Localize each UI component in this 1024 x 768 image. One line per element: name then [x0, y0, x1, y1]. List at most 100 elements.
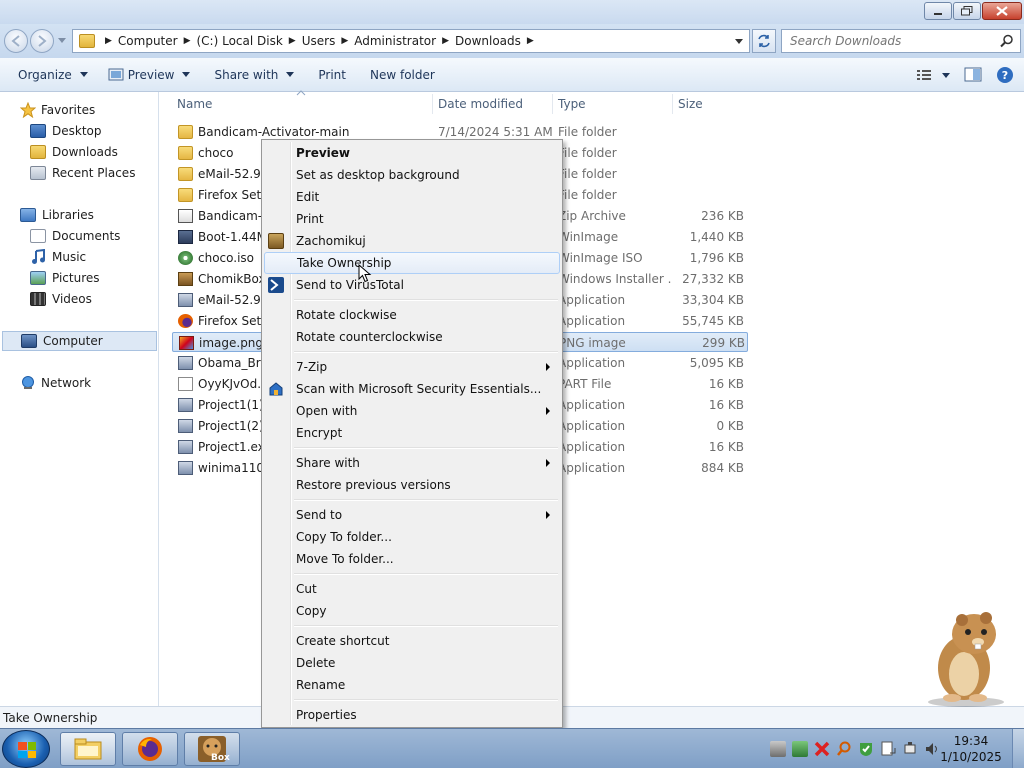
start-button[interactable]: [2, 730, 50, 768]
share-with-button[interactable]: Share with: [202, 58, 306, 91]
menu-item-cut[interactable]: Cut: [264, 578, 560, 600]
menu-item-set-desktop-background[interactable]: Set as desktop background: [264, 164, 560, 186]
menu-item-copy[interactable]: Copy: [264, 600, 560, 622]
print-button[interactable]: Print: [306, 58, 358, 91]
nav-documents[interactable]: Documents: [30, 226, 120, 246]
nav-recent-places[interactable]: Recent Places: [30, 163, 135, 183]
share-with-label: Share with: [214, 67, 279, 82]
tray-error-icon[interactable]: [814, 741, 830, 757]
menu-item-scan-mse[interactable]: Scan with Microsoft Security Essentials.…: [264, 378, 560, 400]
forward-button[interactable]: [30, 29, 54, 53]
tray-search-icon[interactable]: [836, 741, 852, 757]
menu-item-7zip[interactable]: 7-Zip: [264, 356, 560, 378]
breadcrumb-computer[interactable]: Computer: [118, 34, 178, 48]
nav-music[interactable]: Music: [30, 247, 86, 267]
menu-item-print[interactable]: Print: [264, 208, 560, 230]
help-icon[interactable]: ?: [996, 66, 1014, 84]
menu-item-move-to-folder[interactable]: Move To folder...: [264, 548, 560, 570]
nav-videos[interactable]: Videos: [30, 289, 92, 309]
column-divider[interactable]: [432, 94, 433, 114]
show-desktop-button[interactable]: [1012, 729, 1024, 768]
preview-button[interactable]: Preview: [100, 58, 203, 91]
menu-item-preview[interactable]: Preview: [264, 142, 560, 164]
file-type: File folder: [558, 167, 617, 181]
breadcrumb-local-disk[interactable]: (C:) Local Disk: [197, 34, 283, 48]
breadcrumb-administrator[interactable]: Administrator: [354, 34, 436, 48]
file-type: WinImage: [558, 230, 619, 244]
recent-pages-dropdown[interactable]: [58, 38, 66, 43]
nav-desktop[interactable]: Desktop: [30, 121, 102, 141]
file-size: 299 KB: [702, 336, 745, 350]
installer-icon: [178, 272, 193, 286]
menu-item-properties[interactable]: Properties: [264, 704, 560, 726]
menu-item-restore-previous-versions[interactable]: Restore previous versions: [264, 474, 560, 496]
nav-computer[interactable]: Computer: [2, 331, 157, 351]
nav-libraries[interactable]: Libraries: [20, 205, 94, 225]
hamster-mascot-image[interactable]: [922, 606, 1008, 708]
taskbar-explorer[interactable]: [60, 732, 116, 766]
menu-item-create-shortcut[interactable]: Create shortcut: [264, 630, 560, 652]
column-header-type[interactable]: Type: [558, 92, 586, 116]
menu-item-send-to[interactable]: Send to: [264, 504, 560, 526]
close-button[interactable]: [982, 2, 1022, 20]
breadcrumb-arrow-icon[interactable]: ▶: [184, 36, 191, 46]
view-options-button[interactable]: [916, 68, 950, 82]
window-controls: [924, 2, 1022, 20]
taskbar-firefox[interactable]: [122, 732, 178, 766]
breadcrumb-arrow-icon[interactable]: ▶: [341, 36, 348, 46]
tray-action-center-icon[interactable]: [880, 741, 896, 757]
nav-network[interactable]: Network: [20, 373, 91, 393]
breadcrumb-arrow-icon[interactable]: ▶: [527, 36, 534, 46]
column-type-label: Type: [558, 97, 586, 111]
address-bar[interactable]: ▶ Computer ▶ (C:) Local Disk ▶ Users ▶ A…: [72, 29, 750, 53]
menu-item-rotate-clockwise[interactable]: Rotate clockwise: [264, 304, 560, 326]
tray-power-icon[interactable]: [902, 741, 918, 757]
nav-pictures[interactable]: Pictures: [30, 268, 100, 288]
menu-item-encrypt[interactable]: Encrypt: [264, 422, 560, 444]
organize-button[interactable]: Organize: [0, 58, 100, 91]
menu-item-rename[interactable]: Rename: [264, 674, 560, 696]
menu-separator: [294, 573, 558, 575]
menu-item-delete[interactable]: Delete: [264, 652, 560, 674]
column-header-date[interactable]: Date modified: [438, 92, 523, 116]
search-icon[interactable]: [1000, 34, 1014, 48]
search-input[interactable]: [790, 34, 990, 48]
menu-item-share-with[interactable]: Share with: [264, 452, 560, 474]
menu-item-send-to-virustotal[interactable]: Send to VirusTotal: [264, 274, 560, 296]
column-header-size[interactable]: Size: [678, 92, 703, 116]
menu-item-copy-to-folder[interactable]: Copy To folder...: [264, 526, 560, 548]
address-dropdown-icon[interactable]: [735, 39, 743, 44]
column-divider[interactable]: [672, 94, 673, 114]
menu-label: Take Ownership: [297, 256, 392, 270]
menu-item-rotate-counterclockwise[interactable]: Rotate counterclockwise: [264, 326, 560, 348]
tray-network-share-icon[interactable]: [792, 741, 808, 757]
taskbar-chomikbox[interactable]: Box: [184, 732, 240, 766]
search-box[interactable]: [781, 29, 1021, 53]
nav-favorites[interactable]: Favorites: [20, 100, 95, 120]
tray-security-icon[interactable]: [858, 741, 874, 757]
menu-item-take-ownership[interactable]: Take Ownership: [264, 252, 560, 274]
breadcrumb-downloads[interactable]: Downloads: [455, 34, 521, 48]
file-size: [672, 164, 744, 184]
maximize-button[interactable]: [953, 2, 981, 20]
breadcrumb-arrow-icon[interactable]: ▶: [105, 36, 112, 46]
back-button[interactable]: [4, 29, 28, 53]
breadcrumb-arrow-icon[interactable]: ▶: [289, 36, 296, 46]
refresh-button[interactable]: [752, 29, 776, 53]
file-type: Windows Installer ...: [558, 272, 672, 286]
menu-label: Edit: [296, 190, 320, 204]
tray-app-icon[interactable]: [770, 741, 786, 757]
menu-item-edit[interactable]: Edit: [264, 186, 560, 208]
column-header-name[interactable]: Name: [177, 92, 212, 116]
preview-pane-icon[interactable]: [964, 67, 982, 83]
minimize-button[interactable]: [924, 2, 952, 20]
computer-icon: [21, 334, 37, 348]
column-divider[interactable]: [552, 94, 553, 114]
taskbar-clock[interactable]: 19:34 1/10/2025: [936, 733, 1006, 765]
menu-item-open-with[interactable]: Open with: [264, 400, 560, 422]
breadcrumb-users[interactable]: Users: [302, 34, 336, 48]
breadcrumb-arrow-icon[interactable]: ▶: [442, 36, 449, 46]
menu-item-zachomikuj[interactable]: Zachomikuj: [264, 230, 560, 252]
nav-downloads[interactable]: Downloads: [30, 142, 118, 162]
new-folder-button[interactable]: New folder: [358, 58, 447, 91]
